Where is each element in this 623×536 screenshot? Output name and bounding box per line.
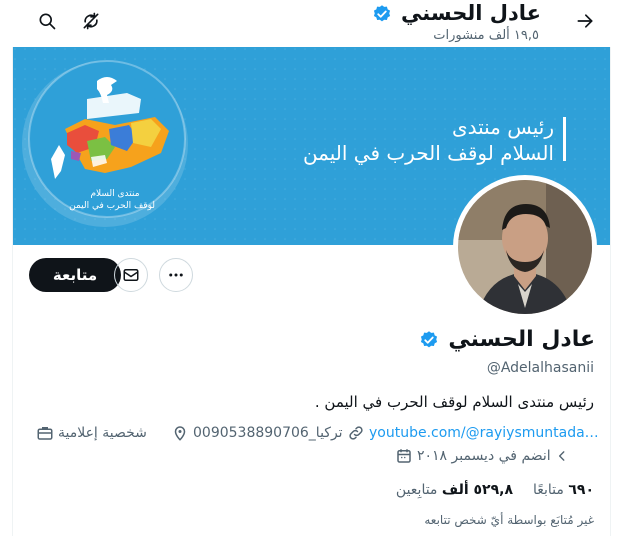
top-bar: عادل الحسني ١٩,٥ ألف منشورات <box>0 0 623 47</box>
logo-caption-line1: منتدى السلام <box>90 189 140 199</box>
followers-link[interactable]: ٥٢٩,٨ ألف متابِعين <box>396 482 513 498</box>
mail-icon <box>123 269 139 281</box>
verified-badge-icon <box>373 5 390 22</box>
followers-count: ٥٢٩,٨ ألف <box>441 482 513 498</box>
profile-name-wrap: عادل الحسني <box>419 327 595 352</box>
profile-link[interactable]: youtube.com/@rayiysmuntada… <box>369 425 599 441</box>
more-icon <box>169 273 183 277</box>
sync-off-button[interactable] <box>74 4 108 38</box>
logo-caption: منتدى السلام لوقف الحرب في اليمن <box>69 188 155 212</box>
profile-name: عادل الحسني <box>448 327 595 352</box>
following-link[interactable]: ٦٩٠ متابعًا <box>533 482 594 498</box>
profile-bio: رئيس منتدى السلام لوقف الحرب في اليمن . <box>314 393 594 411</box>
message-button[interactable] <box>114 258 148 292</box>
verified-badge-icon <box>420 331 437 348</box>
header-post-count: ١٩,٥ ألف منشورات <box>433 28 539 43</box>
joined-item: انضم في ديسمبر ٢٠١٨ <box>395 447 569 465</box>
following-count: ٦٩٠ <box>568 482 594 498</box>
link-icon <box>349 426 363 440</box>
more-button[interactable] <box>159 258 193 292</box>
follow-button[interactable]: متابعة <box>29 258 121 292</box>
header-name-wrap: عادل الحسني <box>372 1 541 25</box>
profile-joined: انضم في ديسمبر ٢٠١٨ <box>417 448 551 464</box>
banner-divider <box>563 117 566 161</box>
back-button[interactable] <box>568 4 602 38</box>
avatar[interactable] <box>458 180 592 314</box>
not-followed-note: غير مُتابَع بواسطة أيّ شخص تتابعه <box>424 513 594 527</box>
follow-button-label: متابعة <box>52 266 98 284</box>
location-item: تركيا_0090538890706 <box>171 424 343 442</box>
banner-title-line2: السلام لوقف الحرب في اليمن <box>302 141 554 165</box>
logo-caption-line2: لوقف الحرب في اليمن <box>69 201 155 211</box>
profile-location: تركيا_0090538890706 <box>193 425 343 441</box>
followers-label: متابِعين <box>395 482 438 498</box>
banner-title-line1: رئيس منتدى <box>451 115 554 139</box>
link-item[interactable]: youtube.com/@rayiysmuntada… <box>347 424 599 442</box>
chevron-left-icon[interactable] <box>555 449 569 463</box>
sync-off-icon <box>83 12 99 30</box>
header-name: عادل الحسني <box>401 1 541 25</box>
profile-handle: @Adelalhasanii <box>486 360 594 376</box>
following-label: متابعًا <box>533 482 564 498</box>
calendar-icon <box>397 449 411 463</box>
search-icon <box>39 13 56 30</box>
location-pin-icon <box>174 426 186 441</box>
profile-category: شخصية إعلامية <box>58 425 147 441</box>
category-item: شخصية إعلامية <box>36 424 147 442</box>
back-arrow-icon <box>577 14 593 28</box>
briefcase-icon <box>37 427 53 440</box>
search-button[interactable] <box>30 4 64 38</box>
